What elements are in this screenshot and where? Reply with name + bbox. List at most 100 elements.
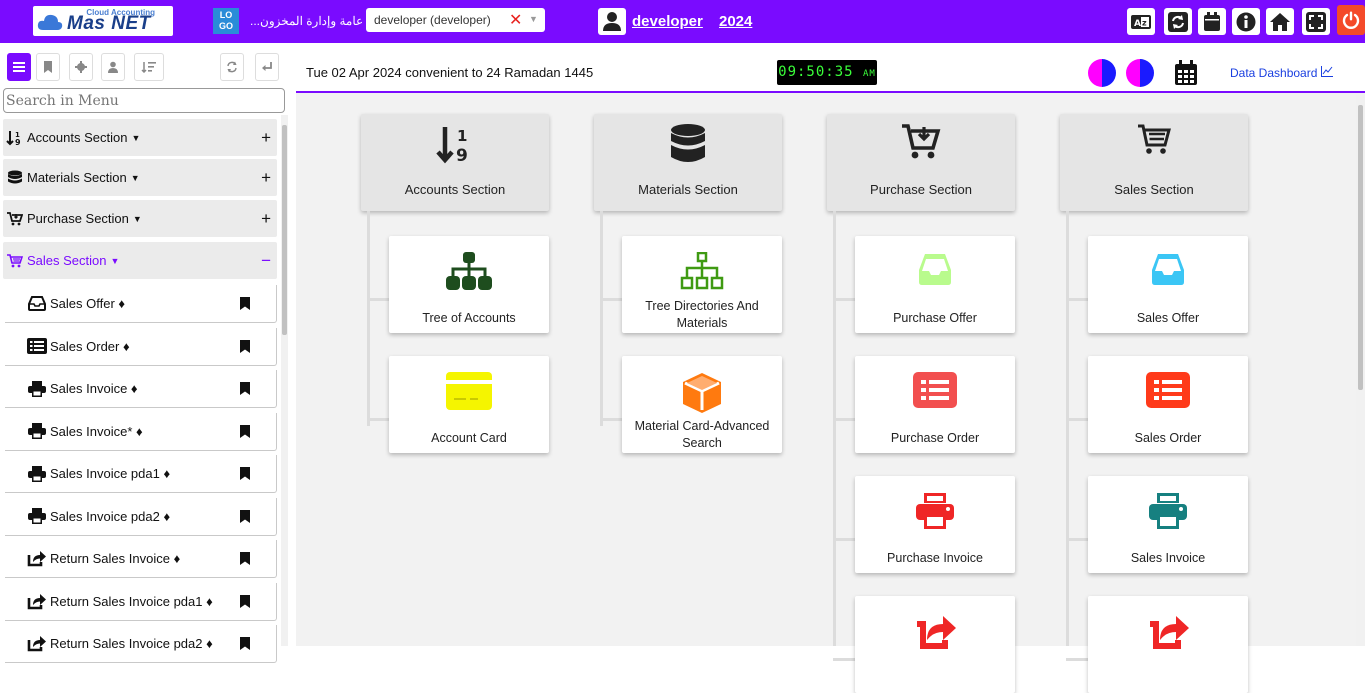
section-header-card[interactable]: Sales Section	[1060, 114, 1248, 211]
feature-card[interactable]: Sales Offer	[1088, 236, 1248, 333]
expand-icon[interactable]: +	[261, 168, 271, 188]
bookmark-icon[interactable]	[240, 424, 250, 441]
collapse-icon[interactable]: −	[261, 251, 271, 271]
sidebar-item[interactable]: Sales Order ♦	[5, 327, 277, 366]
section-header-label: Materials Section	[638, 182, 738, 197]
bookmark-icon[interactable]	[240, 552, 250, 568]
back-button[interactable]	[255, 53, 279, 81]
theme-toggle-1[interactable]	[1088, 59, 1116, 87]
data-dashboard-link[interactable]: Data Dashboard	[1230, 66, 1333, 80]
tree-connector	[600, 418, 624, 421]
sidebar-item-label: Sales Invoice pda1 ♦	[50, 466, 171, 481]
feature-card[interactable]: Account Card	[389, 356, 549, 453]
share-icon	[26, 593, 48, 610]
database-icon	[594, 124, 782, 164]
clear-icon[interactable]: ✕	[509, 10, 522, 30]
feature-card[interactable]: Tree of Accounts	[389, 236, 549, 333]
theme-toggle-2[interactable]	[1126, 59, 1154, 87]
user-avatar[interactable]	[598, 8, 626, 35]
main-scrollbar[interactable]	[1356, 95, 1365, 646]
sidebar-item[interactable]: Sales Invoice pda1 ♦	[5, 455, 277, 493]
sidebar-item[interactable]: Sales Invoice pda2 ♦	[5, 497, 277, 536]
sidebar-scrollbar[interactable]	[281, 115, 288, 646]
tree-connector	[1066, 418, 1090, 421]
feature-card[interactable]: Sales Invoice	[1088, 476, 1248, 573]
sidebar-scroll-thumb[interactable]	[282, 125, 287, 335]
info-button[interactable]	[1232, 8, 1260, 35]
translate-button[interactable]: Az	[1127, 8, 1155, 35]
list-icon	[26, 338, 48, 354]
refresh-button[interactable]	[1164, 8, 1192, 35]
svg-text:A: A	[1134, 19, 1141, 29]
user-name-link[interactable]: developer	[632, 13, 703, 30]
bookmark-icon[interactable]	[240, 339, 250, 356]
sidebar-item[interactable]: Sales Invoice* ♦	[5, 412, 277, 451]
feature-card-label: Tree Directories And Materials	[645, 299, 759, 330]
logout-button[interactable]	[1337, 5, 1365, 35]
sidebar-item-label: Return Sales Invoice pda1 ♦	[50, 593, 213, 609]
filter-tab[interactable]	[134, 53, 164, 81]
user-select[interactable]: developer (developer) ✕ ▼	[366, 8, 545, 32]
refresh-menu-button[interactable]	[220, 53, 244, 81]
user-icon	[108, 61, 118, 73]
home-button[interactable]	[1266, 8, 1294, 35]
feature-card-label: Purchase Offer	[893, 311, 977, 325]
calendar-grid-icon[interactable]	[1174, 60, 1198, 86]
bookmark-icon[interactable]	[240, 594, 250, 611]
sidebar-item[interactable]: Return Sales Invoice ♦	[5, 540, 277, 578]
cloud-icon	[37, 14, 63, 30]
tree-connector	[367, 211, 370, 426]
feature-card[interactable]: Purchase Invoice	[855, 476, 1015, 573]
app-logo[interactable]: Cloud Accounting Mas NET	[33, 6, 173, 36]
sidebar-item[interactable]: Return Sales Invoice pda2 ♦	[5, 625, 277, 663]
list-icon	[1088, 372, 1248, 408]
inbox-icon	[855, 252, 1015, 286]
svg-text:z: z	[1142, 18, 1147, 27]
section-header-card[interactable]: 19 Accounts Section	[361, 114, 549, 211]
feature-card[interactable]: Purchase Offer	[855, 236, 1015, 333]
fiscal-year-link[interactable]: 2024	[719, 13, 752, 30]
company-name[interactable]: ...عامة وإدارة المخزون	[250, 14, 363, 28]
main-scroll-thumb[interactable]	[1358, 105, 1363, 390]
sidebar-item-label: Return Sales Invoice pda2 ♦	[50, 636, 213, 651]
sidebar-item[interactable]: Sales Offer ♦	[5, 285, 277, 323]
bookmark-icon[interactable]	[240, 509, 250, 526]
bookmark-icon[interactable]	[240, 382, 250, 398]
sidebar-section-purchase[interactable]: Purchase Section ▼ +	[3, 200, 277, 237]
return-arrow-icon	[262, 62, 272, 71]
section-header-card[interactable]: Purchase Section	[827, 114, 1015, 211]
menu-search-input[interactable]	[3, 88, 285, 113]
sort-numeric-icon: 19	[361, 124, 549, 164]
sidebar-section-materials[interactable]: Materials Section ▼ +	[3, 159, 277, 196]
feature-card-label: Tree of Accounts	[422, 311, 516, 325]
feature-card-label: Sales Invoice	[1130, 551, 1206, 565]
settings-tab[interactable]	[69, 53, 93, 81]
menu-list-tab[interactable]	[7, 53, 31, 81]
feature-card[interactable]	[1088, 596, 1248, 693]
bookmarks-tab[interactable]	[36, 53, 60, 81]
logo-wordmark: Mas NET	[67, 13, 151, 34]
calendar-button[interactable]	[1198, 8, 1226, 35]
sidebar-item[interactable]: Sales Invoice ♦	[5, 370, 277, 408]
sidebar-item-label: Sales Offer ♦	[50, 296, 126, 311]
bookmark-icon[interactable]	[240, 467, 250, 483]
expand-icon[interactable]: +	[261, 128, 271, 148]
profile-tab[interactable]	[101, 53, 125, 81]
share-icon	[26, 635, 48, 652]
feature-card-label: Account Card	[431, 431, 507, 445]
chevron-down-icon[interactable]: ▼	[529, 14, 538, 24]
feature-card[interactable]: Tree Directories And Materials	[622, 236, 782, 333]
feature-card[interactable]	[855, 596, 1015, 693]
feature-card[interactable]: Purchase Order	[855, 356, 1015, 453]
feature-card[interactable]: Material Card-Advanced Search	[622, 356, 782, 453]
bookmark-icon[interactable]	[240, 297, 250, 313]
section-header-card[interactable]: Materials Section	[594, 114, 782, 211]
expand-icon[interactable]: +	[261, 209, 271, 229]
feature-card[interactable]: Sales Order	[1088, 356, 1248, 453]
sidebar-item[interactable]: Return Sales Invoice pda1 ♦	[5, 582, 277, 621]
fullscreen-button[interactable]	[1302, 8, 1330, 35]
section-header-label: Sales Section	[1114, 182, 1194, 197]
bookmark-icon[interactable]	[240, 637, 250, 653]
sidebar-section-accounts[interactable]: 19 Accounts Section ▼ +	[3, 119, 277, 156]
sidebar-section-sales[interactable]: Sales Section ▼ −	[3, 242, 277, 279]
